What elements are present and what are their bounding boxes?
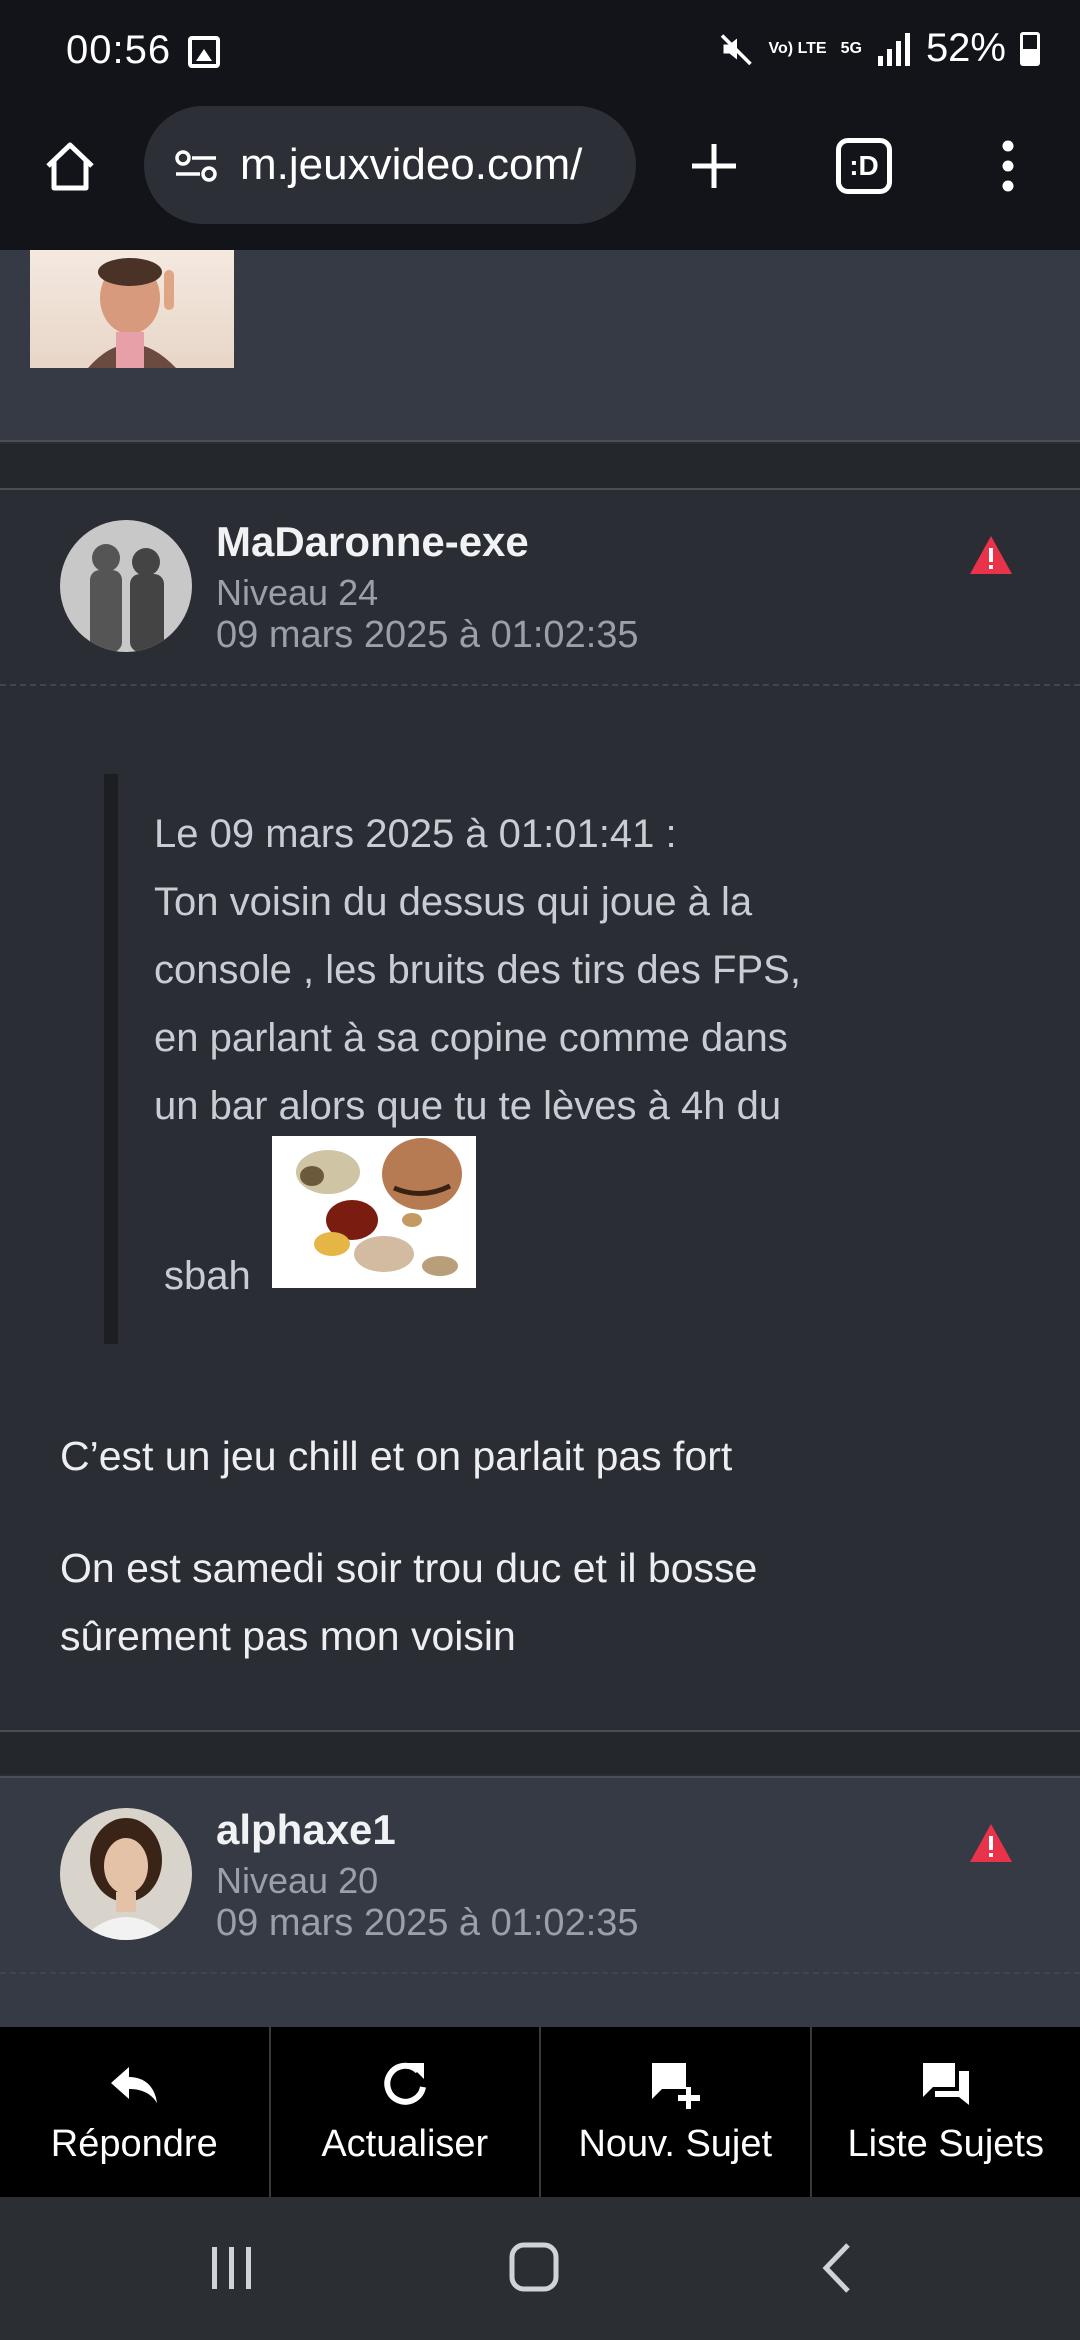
author-name[interactable]: alphaxe1 — [216, 1806, 396, 1854]
address-bar[interactable]: m.jeuxvideo.com/ — [144, 106, 636, 224]
status-bar: 00:56 Vo) LTE 5G 52% — [0, 0, 1080, 100]
post-date[interactable]: 09 mars 2025 à 01:02:35 — [216, 614, 639, 657]
message-paragraph: C’est un jeu chill et on parlait pas for… — [60, 1433, 733, 1479]
reply-label: Répondre — [50, 2123, 218, 2165]
refresh-icon — [384, 2062, 426, 2105]
network-indicator: 5G — [840, 39, 862, 57]
home-nav-icon[interactable] — [508, 2241, 560, 2293]
recent-apps-icon[interactable] — [208, 2243, 256, 2293]
status-time: 00:56 — [66, 28, 172, 72]
quote-header: Le 09 mars 2025 à 01:01:41 : — [154, 812, 677, 856]
quote-line: Ton voisin du dessus qui joue à la — [154, 880, 753, 924]
quote-line: un bar alors que tu te lèves à 4h du — [154, 1084, 782, 1128]
author-name[interactable]: MaDaronne-exe — [216, 518, 529, 566]
tab-count: :D — [849, 150, 879, 181]
quote-line: en parlant à sa copine comme dans — [154, 1016, 788, 1060]
topic-action-bar: Répondre Actualiser Nouv. Sujet Liste Su… — [0, 2027, 1080, 2197]
url-text: m.jeuxvideo.com/ — [240, 140, 583, 189]
forum-post: alphaxe1 Niveau 20 09 mars 2025 à 01:02:… — [0, 1776, 1080, 2027]
home-icon[interactable] — [40, 136, 100, 196]
post-separator — [0, 1730, 1080, 1774]
gallery-notification-icon — [188, 36, 220, 68]
reply-icon — [111, 2067, 158, 2103]
author-level: Niveau 20 — [216, 1860, 379, 1901]
quote-block: Le 09 mars 2025 à 01:01:41 : Ton voisin … — [104, 774, 884, 1344]
new-topic-button[interactable]: Nouv. Sujet — [541, 2027, 812, 2197]
browser-toolbar: m.jeuxvideo.com/ :D — [0, 100, 1080, 250]
refresh-label: Actualiser — [321, 2123, 489, 2165]
topic-list-button[interactable]: Liste Sujets — [812, 2027, 1080, 2197]
sticker-image — [30, 250, 234, 368]
sticker-image — [272, 1136, 476, 1288]
battery-icon — [1020, 31, 1040, 66]
post-header: MaDaronne-exe Niveau 24 09 mars 2025 à 0… — [0, 490, 1080, 686]
status-indicators: Vo) LTE 5G 52% — [719, 26, 1040, 71]
topic-content: MaDaronne-exe Niveau 24 09 mars 2025 à 0… — [0, 250, 1080, 2027]
report-warning-icon[interactable] — [968, 534, 1014, 576]
report-warning-icon[interactable] — [968, 1822, 1014, 1864]
signal-icon — [877, 32, 910, 66]
post-date[interactable]: 09 mars 2025 à 01:02:35 — [216, 1902, 639, 1945]
new-topic-label: Nouv. Sujet — [578, 2123, 773, 2165]
topic-list-icon — [922, 2063, 969, 2105]
tab-switcher-button[interactable]: :D — [836, 138, 892, 194]
system-nav-bar — [0, 2197, 1080, 2340]
avatar[interactable] — [60, 1808, 192, 1940]
post-separator — [0, 444, 1080, 488]
previous-post-tail — [0, 250, 1080, 442]
quote-line: console , les bruits des tirs des FPS, — [154, 948, 801, 992]
avatar[interactable] — [60, 520, 192, 652]
reply-button[interactable]: Répondre — [0, 2027, 271, 2197]
new-topic-icon — [652, 2063, 701, 2109]
refresh-button[interactable]: Actualiser — [271, 2027, 541, 2197]
quote-last-word: sbah — [164, 1254, 251, 1298]
back-icon[interactable] — [820, 2241, 854, 2295]
more-options-icon[interactable] — [978, 136, 1038, 196]
battery-percent: 52% — [925, 26, 1006, 70]
topic-list-label: Liste Sujets — [847, 2123, 1044, 2165]
site-settings-icon[interactable] — [174, 150, 218, 182]
post-header: alphaxe1 Niveau 20 09 mars 2025 à 01:02:… — [0, 1778, 1080, 1974]
message-paragraph: sûrement pas mon voisin — [60, 1613, 516, 1659]
new-tab-icon[interactable] — [684, 136, 744, 196]
volte-indicator: Vo) LTE — [768, 39, 827, 57]
mute-icon — [720, 33, 752, 65]
author-level: Niveau 24 — [216, 572, 379, 613]
message-paragraph: On est samedi soir trou duc et il bosse — [60, 1545, 758, 1591]
